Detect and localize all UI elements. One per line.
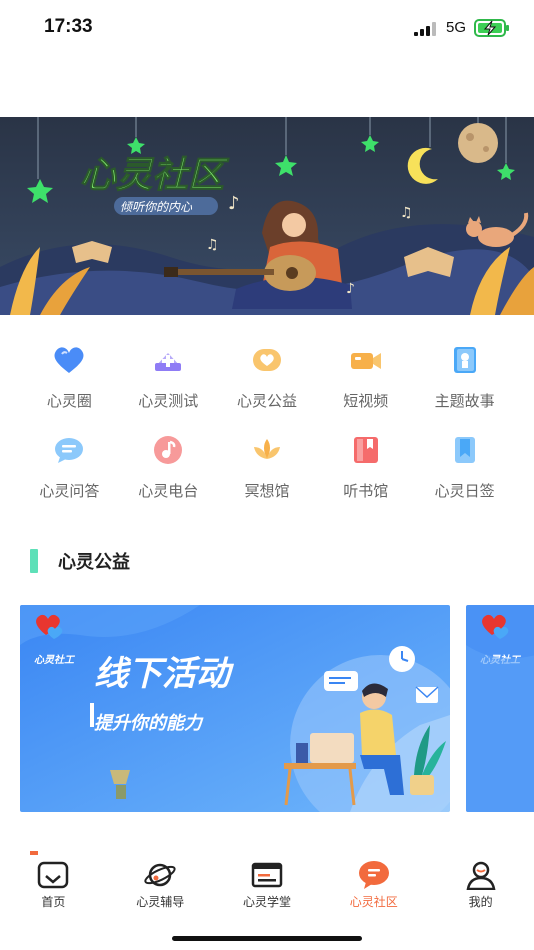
feature-xinlinggongyi[interactable]: 心灵公益: [218, 336, 317, 426]
feature-label: 心灵电台: [138, 483, 199, 500]
bottom-tab-bar: 首页 心灵辅导 心灵学堂 心灵社区 我的: [0, 855, 534, 917]
svg-text:♫: ♫: [400, 205, 413, 221]
tab-me[interactable]: 我的: [427, 855, 534, 917]
charity-card[interactable]: 心灵社工 线下活动 提升你的能力: [20, 605, 450, 812]
banner-title: 心灵社区: [80, 154, 230, 195]
heart-icon: [49, 340, 89, 380]
user-icon: [464, 860, 498, 890]
home-icon: [36, 860, 70, 890]
music-note-icon: [148, 430, 188, 470]
feature-label: 心灵问答: [39, 483, 100, 500]
tab-home[interactable]: 首页: [0, 855, 107, 917]
video-camera-icon: [346, 340, 386, 380]
tab-label: 心灵学堂: [242, 895, 291, 909]
tab-label: 首页: [41, 895, 66, 909]
feature-xinlingceshi[interactable]: 心灵测试: [119, 336, 218, 426]
feature-xinlingquan[interactable]: 心灵圈: [20, 336, 119, 426]
feature-xinlingwenda[interactable]: 心灵问答: [20, 426, 119, 516]
section-accent-bar: [30, 549, 38, 573]
document-icon: [250, 860, 284, 890]
banner-subtitle: 倾听你的内心: [120, 200, 193, 214]
tab-label: 心灵社区: [349, 895, 398, 909]
card-tagline: 提升你的能力: [94, 713, 204, 733]
tab-counseling[interactable]: 心灵辅导: [107, 855, 214, 917]
feature-label: 心灵圈: [46, 393, 92, 410]
feature-label: 听书馆: [343, 483, 389, 500]
feature-grid: 心灵圈 心灵测试 心灵公益 短视频 主题故事 心灵问答 心灵电台 冥想馆 听书馆…: [20, 336, 514, 516]
lotus-icon: [247, 430, 287, 470]
feature-label: 心灵公益: [236, 393, 297, 410]
svg-text:♫: ♫: [206, 237, 219, 253]
svg-text:♪: ♪: [346, 281, 355, 297]
status-bar: 17:33 5G: [0, 0, 534, 56]
feature-label: 心灵测试: [138, 393, 199, 410]
bookmark-icon: [445, 430, 485, 470]
feature-label: 冥想馆: [244, 483, 290, 500]
book-badge-icon: [445, 340, 485, 380]
feature-tingshuguan[interactable]: 听书馆: [316, 426, 415, 516]
feature-mingxiangguan[interactable]: 冥想馆: [218, 426, 317, 516]
chat-icon: [357, 860, 391, 890]
feature-zhutigushi[interactable]: 主题故事: [415, 336, 514, 426]
book-icon: [346, 430, 386, 470]
community-banner[interactable]: ♪ ♫ ♫ ♪ 心灵社区 倾听你的内心: [0, 117, 534, 315]
feature-label: 主题故事: [434, 393, 495, 410]
tab-school[interactable]: 心灵学堂: [214, 855, 321, 917]
network-type: 5G: [446, 19, 467, 36]
home-indicator[interactable]: [172, 936, 362, 941]
planet-icon: [143, 860, 177, 890]
chat-bubble-icon: [49, 430, 89, 470]
feature-xinlingdiantai[interactable]: 心灵电台: [119, 426, 218, 516]
charity-card[interactable]: 心灵社工: [466, 605, 534, 812]
next-card-illustration: 心灵社工: [466, 605, 534, 812]
status-time: 17:33: [44, 16, 93, 37]
card-logo-text: 心灵社工: [34, 654, 76, 666]
banner-illustration: ♪ ♫ ♫ ♪ 心灵社区 倾听你的内心: [0, 117, 534, 315]
battery-charging-icon: [474, 19, 509, 37]
offline-activity-illustration: 心灵社工 线下活动 提升你的能力: [20, 605, 450, 812]
tab-label: 心灵辅导: [136, 895, 185, 909]
svg-text:♪: ♪: [228, 193, 240, 214]
charity-carousel[interactable]: 心灵社工 线下活动 提升你的能力: [20, 605, 534, 812]
feature-label: 心灵日签: [434, 483, 495, 500]
section-header: 心灵公益: [30, 548, 130, 574]
add-card-icon: [148, 340, 188, 380]
section-title: 心灵公益: [58, 552, 130, 572]
tab-label: 我的: [468, 895, 493, 909]
tab-community[interactable]: 心灵社区: [320, 855, 427, 917]
feature-xinlingriqian[interactable]: 心灵日签: [415, 426, 514, 516]
card-headline: 线下活动: [94, 655, 234, 693]
heart-badge-icon: [247, 340, 287, 380]
signal-icon: [414, 22, 436, 36]
feature-duanshipin[interactable]: 短视频: [316, 336, 415, 426]
feature-label: 短视频: [343, 393, 389, 410]
